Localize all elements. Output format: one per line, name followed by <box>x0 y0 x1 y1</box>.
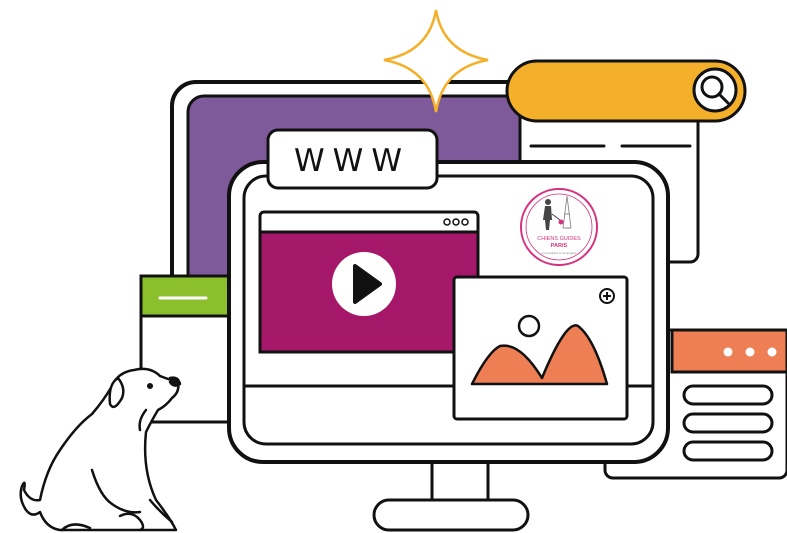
logo-tagline: promenades & compagnie <box>541 251 576 255</box>
image-card <box>452 275 629 421</box>
logo-line1: CHIENS GUIDES <box>537 236 581 242</box>
right-card-rows <box>682 384 774 462</box>
address-bar-text: WWW <box>294 143 410 179</box>
video-window <box>258 210 480 354</box>
play-icon[interactable] <box>332 252 396 316</box>
dog-illustration <box>19 367 182 532</box>
search-icon[interactable] <box>692 67 738 113</box>
sun-icon <box>517 314 541 338</box>
search-bar[interactable] <box>505 59 747 123</box>
web-illustration: WWW CHIENS GUIDES PARIS promenades & com… <box>19 9 787 532</box>
monitor-stand <box>372 456 530 532</box>
logo-line2: PARIS <box>551 243 568 249</box>
address-bar[interactable]: WWW <box>266 128 439 190</box>
brand-logo: CHIENS GUIDES PARIS promenades & compagn… <box>520 188 598 266</box>
